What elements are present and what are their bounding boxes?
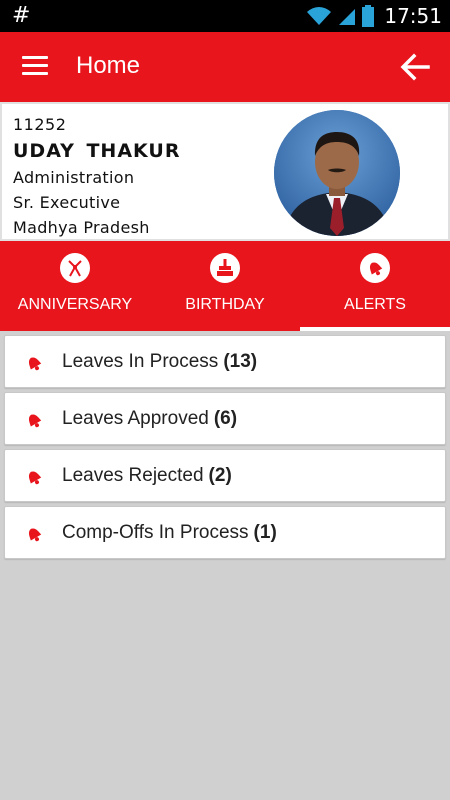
alert-count: (1) [253, 522, 277, 543]
alert-text: Leaves Rejected (2) [62, 465, 232, 487]
profile-card: 11252 UDAY THAKUR Administration Sr. Exe… [0, 102, 450, 241]
employee-department: Administration [13, 168, 135, 187]
bell-icon [28, 414, 42, 428]
battery-icon [362, 5, 375, 27]
wifi-icon [307, 7, 332, 25]
list-item-leaves-rejected[interactable]: Leaves Rejected (2) [4, 449, 446, 502]
alert-text: Leaves Approved (6) [62, 408, 237, 430]
anniversary-icon [60, 253, 90, 283]
avatar [274, 110, 400, 236]
birthday-cake-icon [210, 253, 240, 283]
bell-icon [28, 471, 42, 485]
list-item-leaves-approved[interactable]: Leaves Approved (6) [4, 392, 446, 445]
alert-text: Comp-Offs In Process (1) [62, 522, 277, 544]
list-item-comp-offs-in-process[interactable]: Comp-Offs In Process (1) [4, 506, 446, 559]
alert-count: (13) [223, 351, 258, 372]
alert-label: Leaves Rejected [62, 465, 204, 486]
alert-text: Leaves In Process (13) [62, 351, 257, 373]
status-bar: # 17:51 [0, 0, 450, 32]
bell-icon [28, 357, 42, 371]
category-tabs: ANNIVERSARY BIRTHDAY ALERTS [0, 241, 450, 331]
alert-count: (6) [213, 408, 238, 429]
tab-anniversary-label: ANNIVERSARY [17, 296, 133, 313]
employee-location: Madhya Pradesh [13, 218, 150, 237]
alert-label: Comp-Offs In Process [62, 522, 249, 543]
alert-list: Leaves In Process (13) Leaves Approved (6)… [4, 335, 446, 563]
bell-icon [360, 253, 390, 283]
status-indicators: 17:51 [306, 0, 442, 32]
list-item-leaves-in-process[interactable]: Leaves In Process (13) [4, 335, 446, 388]
tab-birthday-label: BIRTHDAY [185, 296, 265, 313]
signal-icon [339, 9, 356, 25]
status-notification-glyph: # [12, 3, 31, 28]
employee-name: UDAY THAKUR [13, 140, 181, 162]
tab-alerts-label: ALERTS [344, 296, 406, 313]
alert-label: Leaves In Process [62, 351, 219, 372]
alert-count: (2) [208, 465, 232, 486]
selected-tab-indicator [300, 327, 450, 331]
alert-label: Leaves Approved [62, 408, 209, 429]
arrow-left-icon[interactable] [398, 50, 432, 84]
hamburger-menu-icon[interactable] [22, 56, 48, 78]
page-title: Home [76, 52, 141, 79]
tab-anniversary[interactable]: ANNIVERSARY [0, 241, 150, 331]
status-time: 17:51 [384, 4, 442, 28]
tab-alerts[interactable]: ALERTS [300, 241, 450, 331]
app-toolbar: Home [0, 32, 450, 102]
employee-id: 11252 [13, 115, 67, 134]
tab-birthday[interactable]: BIRTHDAY [150, 241, 300, 331]
employee-designation: Sr. Executive [13, 193, 121, 212]
bell-icon [28, 528, 42, 542]
